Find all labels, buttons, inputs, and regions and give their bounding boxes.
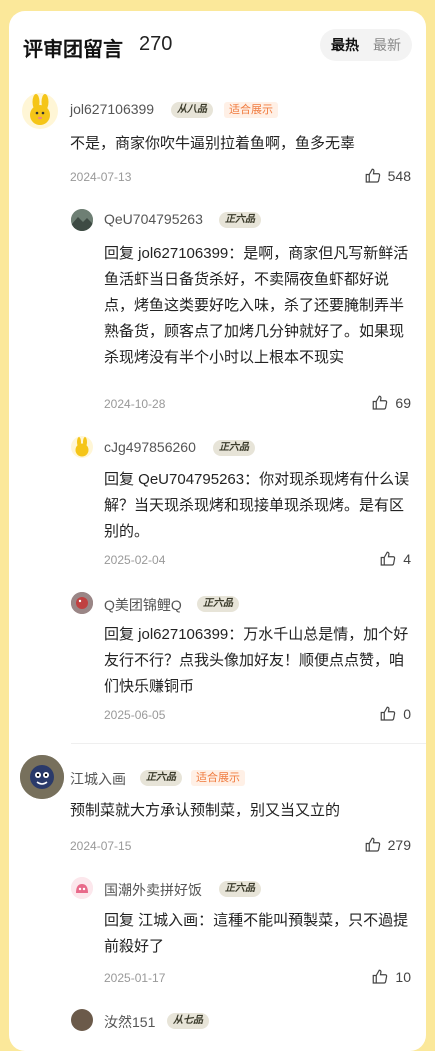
like-button[interactable]: 10 bbox=[371, 968, 411, 986]
cartoon-avatar-icon bbox=[20, 755, 64, 799]
like-button[interactable]: 69 bbox=[371, 394, 411, 412]
thumbs-up-icon bbox=[365, 837, 380, 852]
avatar[interactable] bbox=[71, 1009, 93, 1031]
sort-hot-button[interactable]: 最热 bbox=[331, 35, 359, 55]
rank-badge: 正六品 bbox=[213, 440, 255, 456]
header: 评审团留言 270 最热 最新 bbox=[23, 29, 412, 63]
like-count: 548 bbox=[387, 168, 411, 184]
like-button[interactable]: 279 bbox=[364, 836, 411, 854]
avatar[interactable] bbox=[20, 755, 64, 799]
avatar[interactable] bbox=[71, 592, 93, 614]
koi-avatar-icon bbox=[71, 592, 93, 614]
landscape-avatar-icon bbox=[71, 209, 93, 231]
rank-badge: 从八品 bbox=[171, 102, 213, 118]
reply-username[interactable]: QeU704795263 bbox=[104, 211, 203, 227]
comment-divider bbox=[71, 743, 426, 744]
reply-username[interactable]: cJg497856260 bbox=[104, 439, 196, 455]
avatar[interactable] bbox=[22, 93, 58, 129]
thumbs-up-icon bbox=[365, 168, 380, 183]
reply-date: 2025-06-05 bbox=[104, 708, 166, 722]
rank-badge: 从七品 bbox=[167, 1013, 209, 1029]
reply-date: 2025-01-17 bbox=[104, 971, 166, 985]
rank-badge: 正六品 bbox=[219, 212, 261, 228]
comment-text: 不是，商家你吹牛逼别拉着鱼啊，鱼多无辜 bbox=[70, 135, 356, 152]
thumbs-up-icon bbox=[373, 395, 388, 410]
reply-date: 2024-10-28 bbox=[104, 397, 166, 411]
like-button[interactable]: 0 bbox=[379, 705, 411, 723]
featured-tag: 适合展示 bbox=[224, 102, 278, 118]
sort-new-button[interactable]: 最新 bbox=[373, 35, 401, 55]
review-panel: 评审团留言 270 最热 最新 jol627106399 从八品 适合展示 不是… bbox=[9, 11, 426, 1051]
like-count: 279 bbox=[387, 837, 411, 853]
sort-toggle: 最热 最新 bbox=[320, 29, 412, 61]
bunny-avatar-icon bbox=[30, 94, 50, 125]
avatar[interactable] bbox=[71, 877, 93, 899]
reply-username[interactable]: Q美团锦鲤Q bbox=[104, 595, 182, 615]
reply-text: 回复 jol627106399：万水千山总是情，加个好友行不行？点我头像加好友！… bbox=[104, 626, 409, 695]
reply-text: 回复 QeU704795263：你对现杀现烤有什么误解？当天现杀现烤和现接单现杀… bbox=[104, 471, 410, 540]
comment-date: 2024-07-15 bbox=[70, 839, 132, 853]
monster-avatar-icon bbox=[71, 877, 93, 899]
like-button[interactable]: 4 bbox=[379, 550, 411, 568]
comment-username[interactable]: jol627106399 bbox=[70, 101, 154, 117]
reply-username[interactable]: 汝然151 bbox=[104, 1012, 155, 1032]
like-count: 0 bbox=[403, 706, 411, 722]
avatar[interactable] bbox=[71, 209, 93, 231]
rank-badge: 正六品 bbox=[140, 770, 182, 786]
rank-badge: 正六品 bbox=[219, 881, 261, 897]
reply-date: 2025-02-04 bbox=[104, 553, 166, 567]
rank-badge: 正六品 bbox=[197, 596, 239, 612]
thumbs-up-icon bbox=[380, 706, 396, 721]
bunny-avatar-icon bbox=[75, 437, 89, 457]
thumbs-up-icon bbox=[380, 551, 396, 566]
like-count: 10 bbox=[395, 969, 411, 985]
like-count: 69 bbox=[395, 395, 411, 411]
comment-date: 2024-07-13 bbox=[70, 170, 132, 184]
reply-text: 回复 江城入画：這種不能叫預製菜，只不過提前殺好了 bbox=[104, 912, 409, 955]
reply-username[interactable]: 国潮外卖拼好饭 bbox=[104, 880, 202, 900]
avatar[interactable] bbox=[71, 436, 93, 458]
comment-count: 270 bbox=[139, 33, 173, 55]
comment-username[interactable]: 江城入画 bbox=[70, 769, 126, 789]
featured-tag: 适合展示 bbox=[191, 770, 245, 786]
like-count: 4 bbox=[403, 551, 411, 567]
like-button[interactable]: 548 bbox=[364, 167, 411, 185]
page-title: 评审团留言 bbox=[23, 39, 123, 61]
comment-text: 预制菜就大方承认预制菜，别又当又立的 bbox=[70, 802, 341, 819]
reply-text: 回复 jol627106399：是啊，商家但凡写新鲜活鱼活虾当日备货杀好，不卖隔… bbox=[104, 245, 409, 366]
thumbs-up-icon bbox=[373, 969, 388, 984]
